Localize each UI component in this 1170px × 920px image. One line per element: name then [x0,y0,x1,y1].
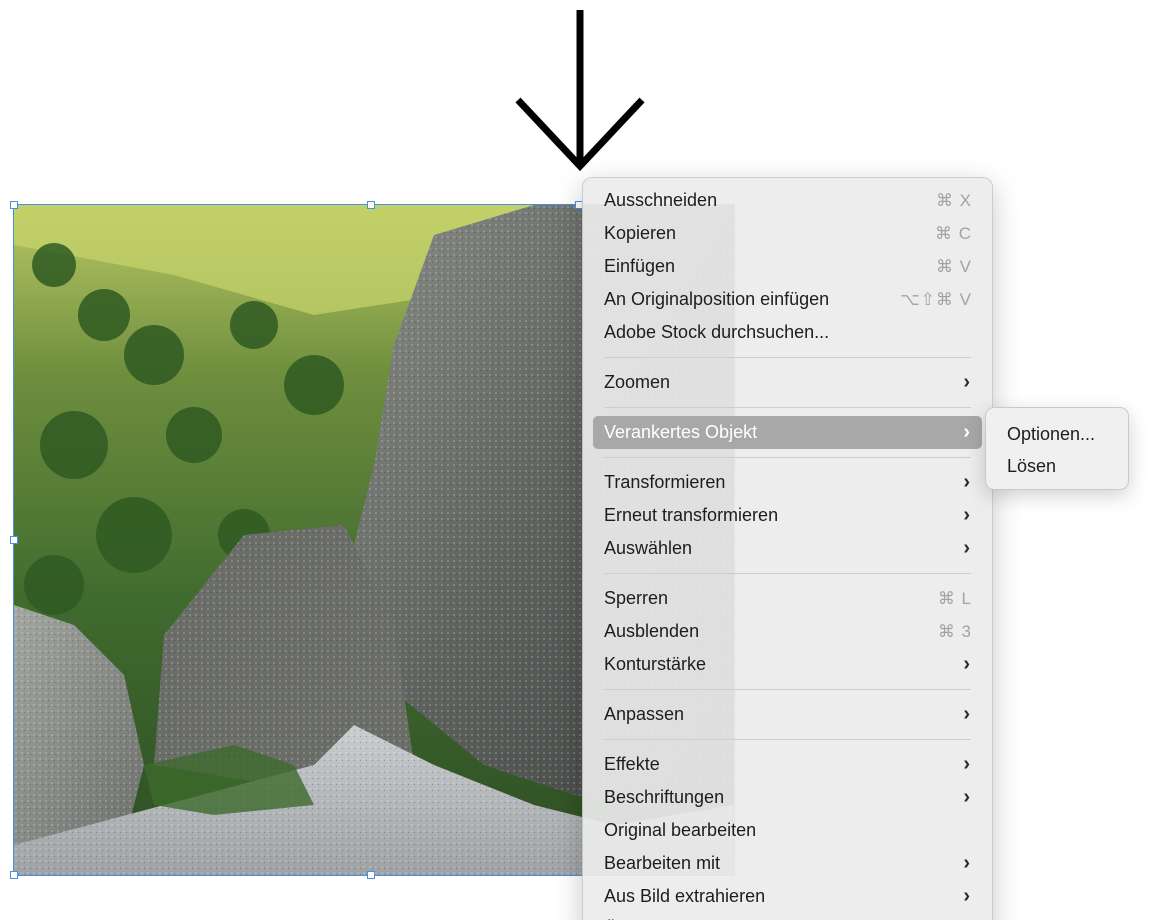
menu-item-ausschneiden[interactable]: Ausschneiden ⌘ X [593,184,982,217]
menu-item-original-bearbeiten[interactable]: Original bearbeiten [593,814,982,847]
menu-item-label: Adobe Stock durchsuchen... [604,322,830,342]
chevron-right-icon: › [963,653,970,675]
chevron-right-icon: › [963,537,970,559]
menu-item-label: Beschriftungen [604,787,725,807]
submenu-item-loesen[interactable]: Lösen [996,450,1118,482]
menu-item-label: Anpassen [604,704,685,724]
menu-item-shortcut: ⌘ 3 [937,622,972,641]
menu-item-label: Einfügen [604,256,676,276]
menu-item-adobe-stock-durchsuchen[interactable]: Adobe Stock durchsuchen... [593,316,982,349]
menu-item-verankertes-objekt[interactable]: Verankertes Objekt › [593,416,982,449]
submenu-item-label: Optionen... [1007,424,1096,444]
menu-item-shortcut: ⌘ X [935,191,972,210]
menu-item-label: Bearbeiten mit [604,853,721,873]
chevron-right-icon: › [963,471,970,493]
chevron-right-icon: › [963,753,970,775]
menu-separator [604,407,971,408]
menu-item-shortcut: ⌘ L [937,589,972,608]
menu-item-kopieren[interactable]: Kopieren ⌘ C [593,217,982,250]
menu-item-oe[interactable]: Ö [593,913,982,920]
menu-item-konturstaerke[interactable]: Konturstärke › [593,648,982,681]
menu-separator [604,457,971,458]
menu-item-aus-bild-extrahieren[interactable]: Aus Bild extrahieren › [593,880,982,913]
menu-item-an-originalposition-einfuegen[interactable]: An Originalposition einfügen ⌥⇧⌘ V [593,283,982,316]
menu-separator [604,357,971,358]
selection-handle-top-middle[interactable] [367,201,375,209]
selection-handle-bottom-middle[interactable] [367,871,375,879]
context-menu: Ausschneiden ⌘ X Kopieren ⌘ C Einfügen ⌘ V An … [582,177,993,920]
chevron-right-icon: › [963,421,970,443]
chevron-right-icon: › [963,504,970,526]
menu-item-label: Aus Bild extrahieren [604,886,766,906]
menu-item-label: Zoomen [604,372,671,392]
menu-separator [604,573,971,574]
menu-item-label: Ausschneiden [604,190,718,210]
menu-item-label: Original bearbeiten [604,820,757,840]
anchored-object-submenu: Optionen... Lösen [985,407,1129,490]
menu-item-beschriftungen[interactable]: Beschriftungen › [593,781,982,814]
menu-item-sperren[interactable]: Sperren ⌘ L [593,582,982,615]
menu-item-ausblenden[interactable]: Ausblenden ⌘ 3 [593,615,982,648]
menu-item-label: Konturstärke [604,654,707,674]
menu-item-zoomen[interactable]: Zoomen › [593,366,982,399]
chevron-right-icon: › [963,786,970,808]
menu-item-shortcut: ⌘ C [935,224,972,243]
menu-item-label: Ö [604,913,618,920]
chevron-right-icon: › [963,852,970,874]
menu-item-label: Sperren [604,588,669,608]
menu-item-shortcut: ⌥⇧⌘ V [900,290,972,309]
chevron-right-icon: › [963,371,970,393]
chevron-right-icon: › [963,703,970,725]
menu-item-label: Effekte [604,754,660,774]
menu-item-label: Kopieren [604,223,677,243]
selection-handle-bottom-left[interactable] [10,871,18,879]
menu-item-label: Auswählen [604,538,693,558]
arrow-down-icon [515,10,645,172]
menu-item-auswaehlen[interactable]: Auswählen › [593,532,982,565]
document-canvas: Ausschneiden ⌘ X Kopieren ⌘ C Einfügen ⌘ V An … [0,0,1170,920]
menu-item-einfuegen[interactable]: Einfügen ⌘ V [593,250,982,283]
menu-item-erneut-transformieren[interactable]: Erneut transformieren › [593,499,982,532]
menu-item-label: An Originalposition einfügen [604,289,830,309]
menu-item-label: Ausblenden [604,621,700,641]
menu-item-anpassen[interactable]: Anpassen › [593,698,982,731]
submenu-item-label: Lösen [1007,456,1057,476]
selection-handle-top-left[interactable] [10,201,18,209]
menu-item-label: Verankertes Objekt [604,422,758,442]
menu-item-label: Transformieren [604,472,726,492]
menu-item-shortcut: ⌘ V [935,257,972,276]
menu-item-transformieren[interactable]: Transformieren › [593,466,982,499]
chevron-right-icon: › [963,885,970,907]
menu-separator [604,689,971,690]
menu-item-label: Erneut transformieren [604,505,779,525]
selection-handle-middle-left[interactable] [10,536,18,544]
submenu-item-optionen[interactable]: Optionen... [996,418,1118,450]
menu-item-effekte[interactable]: Effekte › [593,748,982,781]
menu-separator [604,739,971,740]
menu-item-bearbeiten-mit[interactable]: Bearbeiten mit › [593,847,982,880]
